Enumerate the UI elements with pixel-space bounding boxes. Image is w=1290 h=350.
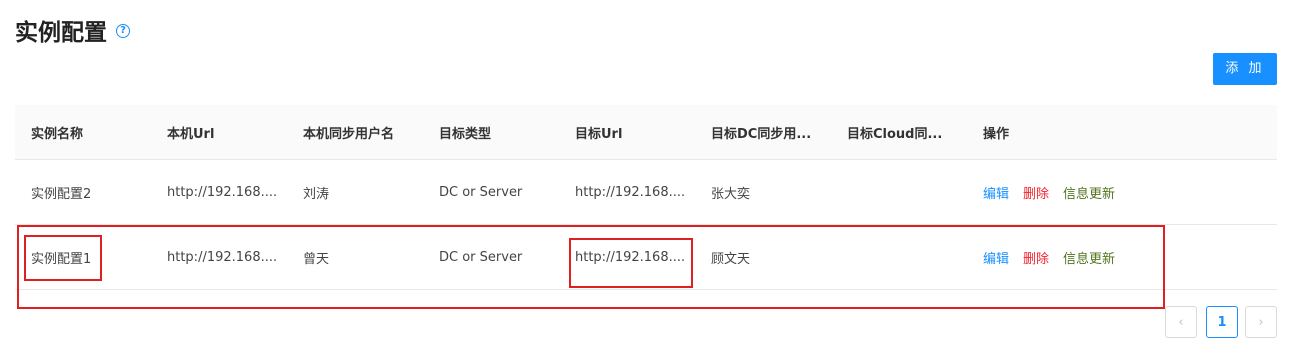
column-header-name[interactable]: 实例名称 bbox=[31, 105, 161, 159]
page-title: 实例配置 bbox=[15, 20, 107, 46]
table-header: 实例名称 本机Url 本机同步用户名 目标类型 目标Url 目标DC同步用...… bbox=[15, 105, 1277, 160]
highlight-box-name bbox=[24, 235, 102, 281]
column-header-target-type[interactable]: 目标类型 bbox=[439, 105, 569, 159]
target-url: http://192.168.... bbox=[575, 184, 685, 200]
row-actions: 编辑 删除 信息更新 bbox=[983, 160, 1183, 224]
info-update-link[interactable]: 信息更新 bbox=[1063, 183, 1115, 202]
highlight-box-url bbox=[569, 238, 693, 288]
column-header-target-url[interactable]: 目标Url bbox=[575, 105, 685, 159]
pagination-next-button[interactable]: › bbox=[1245, 306, 1277, 338]
column-header-cloud-user[interactable]: 目标Cloud同... bbox=[847, 105, 957, 159]
dc-user: 张大奕 bbox=[711, 186, 751, 202]
cloud-user bbox=[847, 160, 957, 224]
help-icon[interactable]: ? bbox=[116, 24, 130, 38]
column-header-local-user[interactable]: 本机同步用户名 bbox=[303, 105, 433, 159]
pagination-prev-button[interactable]: ‹ bbox=[1165, 306, 1197, 338]
instance-name: 实例配置2 bbox=[31, 186, 92, 202]
pagination-page-1[interactable]: 1 bbox=[1206, 306, 1238, 338]
column-header-actions: 操作 bbox=[983, 126, 1010, 142]
local-url: http://192.168.... bbox=[167, 184, 277, 200]
add-button[interactable]: 添 加 bbox=[1213, 53, 1277, 85]
column-header-local-url[interactable]: 本机Url bbox=[167, 105, 277, 159]
edit-link[interactable]: 编辑 bbox=[983, 183, 1009, 202]
column-header-dc-user[interactable]: 目标DC同步用... bbox=[711, 105, 821, 159]
table-row: 实例配置2 http://192.168.... 刘涛 DC or Server… bbox=[15, 160, 1277, 225]
target-type: DC or Server bbox=[439, 184, 523, 200]
delete-link[interactable]: 删除 bbox=[1023, 183, 1049, 202]
local-user: 刘涛 bbox=[303, 186, 330, 202]
